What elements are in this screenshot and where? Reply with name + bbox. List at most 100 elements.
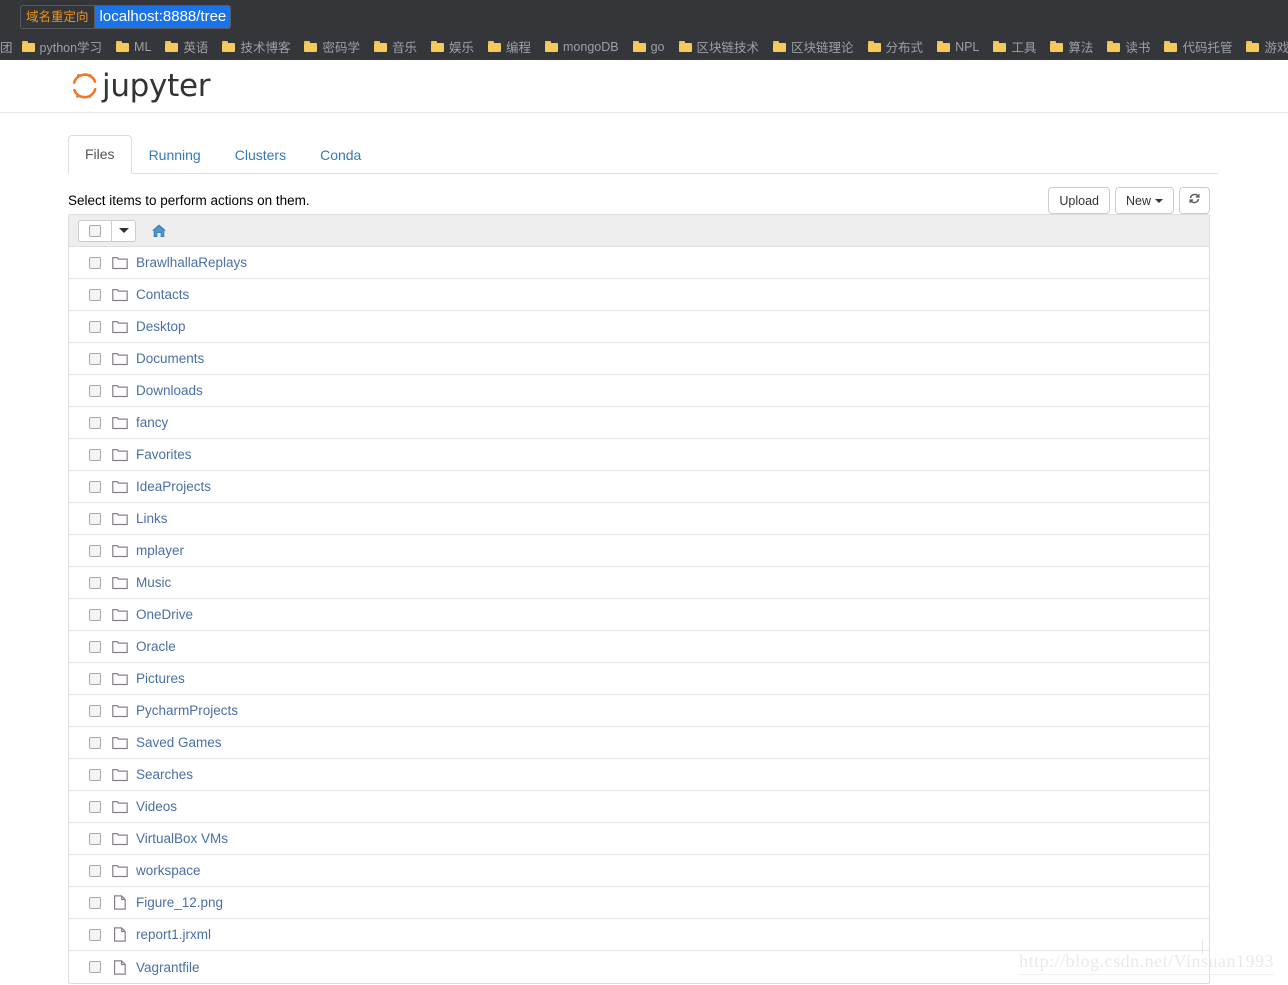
file-list-row[interactable]: Figure_12.png [69, 887, 1209, 919]
home-icon[interactable] [151, 223, 167, 239]
checkbox-icon[interactable] [89, 352, 101, 365]
bookmark-item[interactable]: 区块链理论 [766, 36, 861, 58]
bookmark-item[interactable]: ML [109, 36, 158, 58]
bookmark-item[interactable]: go [626, 36, 672, 58]
tab-conda[interactable]: Conda [303, 136, 378, 174]
bookmark-item[interactable]: 编程 [481, 36, 538, 58]
new-button[interactable]: New [1114, 187, 1174, 214]
row-checkbox-cell[interactable] [78, 544, 112, 557]
tab-files[interactable]: Files [68, 135, 132, 174]
tab-clusters[interactable]: Clusters [218, 136, 303, 174]
file-list-row[interactable]: Desktop [69, 311, 1209, 343]
file-list-item-name[interactable]: IdeaProjects [136, 479, 211, 494]
file-list-row[interactable]: Music [69, 567, 1209, 599]
file-list-row[interactable]: IdeaProjects [69, 471, 1209, 503]
bookmark-item[interactable]: mongoDB [538, 36, 626, 58]
jupyter-logo[interactable]: jupyter [70, 68, 210, 104]
file-list-item-name[interactable]: Vagrantfile [136, 960, 200, 975]
bookmark-item[interactable]: 团 [0, 36, 15, 58]
file-list-item-name[interactable]: report1.jrxml [136, 927, 211, 942]
checkbox-icon[interactable] [89, 640, 101, 653]
file-list-item-name[interactable]: fancy [136, 415, 168, 430]
checkbox-icon[interactable] [89, 416, 101, 429]
file-list-row[interactable]: PycharmProjects [69, 695, 1209, 727]
row-checkbox-cell[interactable] [78, 672, 112, 685]
checkbox-icon[interactable] [89, 768, 101, 781]
row-checkbox-cell[interactable] [78, 928, 112, 941]
file-list-item-name[interactable]: Favorites [136, 447, 192, 462]
file-list-row[interactable]: Searches [69, 759, 1209, 791]
checkbox-icon[interactable] [89, 224, 101, 237]
row-checkbox-cell[interactable] [78, 961, 112, 973]
checkbox-icon[interactable] [89, 961, 101, 973]
file-list-row[interactable]: OneDrive [69, 599, 1209, 631]
select-all-group[interactable] [78, 219, 136, 242]
file-list-row[interactable]: fancy [69, 407, 1209, 439]
file-list-row[interactable]: Favorites [69, 439, 1209, 471]
file-list-row[interactable]: Documents [69, 343, 1209, 375]
file-list-item-name[interactable]: VirtualBox VMs [136, 831, 228, 846]
file-list-row[interactable]: Pictures [69, 663, 1209, 695]
file-list-item-name[interactable]: Videos [136, 799, 177, 814]
row-checkbox-cell[interactable] [78, 896, 112, 909]
file-list-row[interactable]: report1.jrxml [69, 919, 1209, 951]
checkbox-icon[interactable] [89, 672, 101, 685]
file-list-row[interactable]: Contacts [69, 279, 1209, 311]
file-list-row[interactable]: workspace [69, 855, 1209, 887]
file-list-row[interactable]: Videos [69, 791, 1209, 823]
file-list-item-name[interactable]: PycharmProjects [136, 703, 238, 718]
file-list-item-name[interactable]: Saved Games [136, 735, 222, 750]
tab-running[interactable]: Running [132, 136, 218, 174]
file-list-row[interactable]: Oracle [69, 631, 1209, 663]
bookmark-item[interactable]: 区块链技术 [672, 36, 767, 58]
file-list-item-name[interactable]: Desktop [136, 319, 186, 334]
checkbox-icon[interactable] [89, 288, 101, 301]
bookmark-item[interactable]: 工具 [986, 36, 1043, 58]
checkbox-icon[interactable] [89, 384, 101, 397]
upload-button[interactable]: Upload [1048, 187, 1110, 214]
bookmark-item[interactable]: 读书 [1100, 36, 1157, 58]
select-all-checkbox-cell[interactable] [78, 219, 112, 242]
row-checkbox-cell[interactable] [78, 288, 112, 301]
nav-tabs[interactable]: Files Running Clusters Conda [68, 135, 1218, 174]
address-bar-url[interactable]: localhost:8888/tree [94, 5, 231, 28]
file-list-item-name[interactable]: mplayer [136, 543, 184, 558]
row-checkbox-cell[interactable] [78, 832, 112, 845]
row-checkbox-cell[interactable] [78, 800, 112, 813]
checkbox-icon[interactable] [89, 736, 101, 749]
checkbox-icon[interactable] [89, 864, 101, 877]
file-list-row[interactable]: BrawlhallaReplays [69, 247, 1209, 279]
bookmark-item[interactable]: 音乐 [367, 36, 424, 58]
selection-dropdown-button[interactable] [112, 219, 136, 242]
file-list-row[interactable]: Saved Games [69, 727, 1209, 759]
row-checkbox-cell[interactable] [78, 704, 112, 717]
file-list-item-name[interactable]: Oracle [136, 639, 176, 654]
file-list-item-name[interactable]: BrawlhallaReplays [136, 255, 247, 270]
checkbox-icon[interactable] [89, 320, 101, 333]
checkbox-icon[interactable] [89, 896, 101, 909]
checkbox-icon[interactable] [89, 928, 101, 941]
row-checkbox-cell[interactable] [78, 384, 112, 397]
checkbox-icon[interactable] [89, 576, 101, 589]
file-list-item-name[interactable]: Pictures [136, 671, 185, 686]
file-list-item-name[interactable]: Searches [136, 767, 193, 782]
file-list-item-name[interactable]: Downloads [136, 383, 203, 398]
bookmark-item[interactable]: 算法 [1043, 36, 1100, 58]
checkbox-icon[interactable] [89, 256, 101, 269]
row-checkbox-cell[interactable] [78, 608, 112, 621]
row-checkbox-cell[interactable] [78, 736, 112, 749]
bookmark-item[interactable]: 英语 [158, 36, 215, 58]
file-list-row[interactable]: mplayer [69, 535, 1209, 567]
row-checkbox-cell[interactable] [78, 864, 112, 877]
row-checkbox-cell[interactable] [78, 512, 112, 525]
row-checkbox-cell[interactable] [78, 352, 112, 365]
bookmark-item[interactable]: 代码托管 [1157, 36, 1239, 58]
bookmark-item[interactable]: 娱乐 [424, 36, 481, 58]
file-list-row[interactable]: VirtualBox VMs [69, 823, 1209, 855]
file-list-item-name[interactable]: Figure_12.png [136, 895, 223, 910]
row-checkbox-cell[interactable] [78, 480, 112, 493]
file-list-item-name[interactable]: Contacts [136, 287, 189, 302]
file-list-row[interactable]: Downloads [69, 375, 1209, 407]
row-checkbox-cell[interactable] [78, 320, 112, 333]
row-checkbox-cell[interactable] [78, 576, 112, 589]
